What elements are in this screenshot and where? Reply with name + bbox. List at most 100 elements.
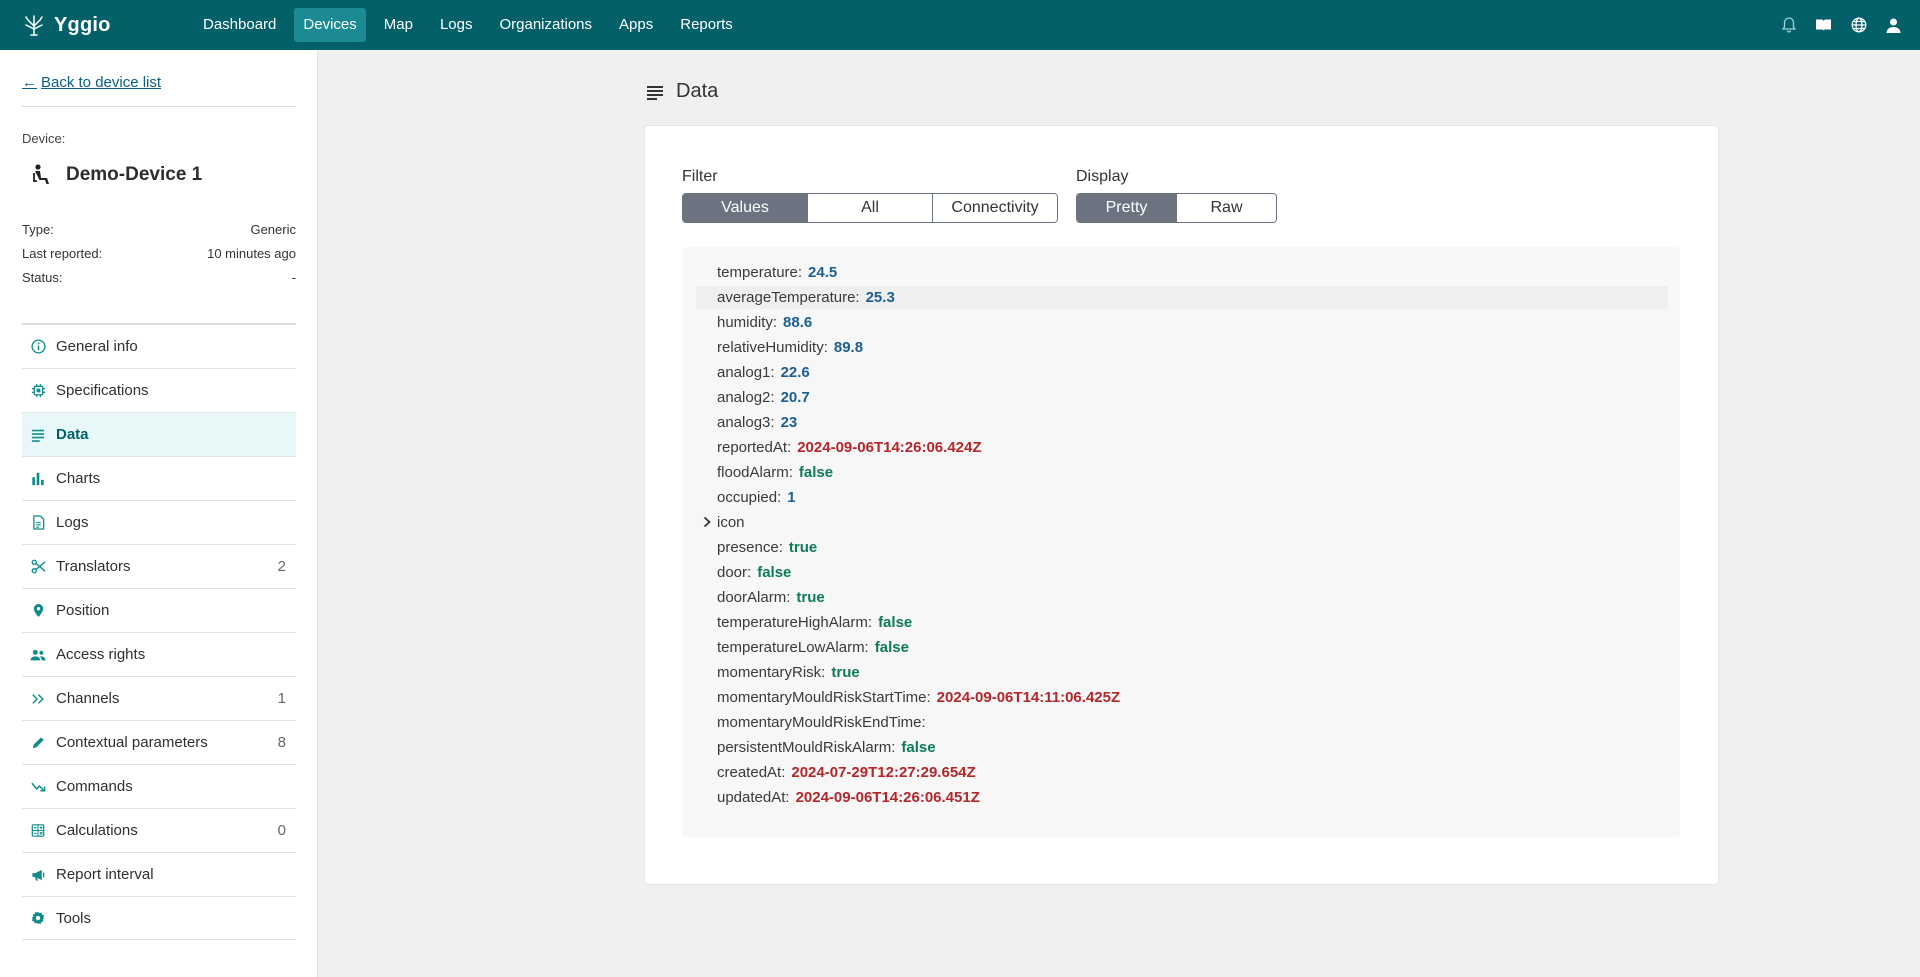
sidebar-item-translators[interactable]: Translators 2 [22, 544, 296, 588]
book-icon[interactable] [1815, 17, 1832, 34]
pin-icon [30, 603, 46, 619]
page-title: Data [646, 80, 718, 103]
data-value: 2024-07-29T12:27:29.654Z [791, 764, 976, 781]
data-value: 89.8 [833, 339, 864, 356]
chevron-right-icon[interactable] [701, 515, 713, 529]
back-to-device-list-link[interactable]: ← Back to device list [22, 74, 161, 91]
sidebar-item-channels[interactable]: Channels 1 [22, 676, 296, 720]
data-key: reportedAt: [717, 439, 792, 456]
data-row: temperature: 24.5 [696, 261, 1668, 284]
sidebar-item-report-interval[interactable]: Report interval [22, 852, 296, 896]
data-key: averageTemperature: [717, 289, 860, 306]
meta-row: Status: - [22, 270, 296, 285]
data-value: false [901, 739, 936, 756]
data-row: analog1: 22.6 [696, 361, 1668, 384]
globe-icon[interactable] [1850, 17, 1867, 34]
pencil-icon [30, 735, 46, 751]
data-value: 24.5 [808, 264, 838, 281]
data-value: 2024-09-06T14:26:06.451Z [795, 789, 980, 806]
sidebar-item-tools[interactable]: Tools [22, 896, 296, 940]
brand[interactable]: Yggio [22, 13, 192, 37]
sidebar-item-logs[interactable]: Logs [22, 500, 296, 544]
device-sidebar: ← Back to device list Device: Demo-Devic… [0, 50, 318, 977]
data-row: reportedAt: 2024-09-06T14:26:06.424Z [696, 436, 1668, 459]
sidebar-item-contextual-parameters[interactable]: Contextual parameters 8 [22, 720, 296, 764]
sidebar-item-general-info[interactable]: General info [22, 324, 296, 368]
data-row: relativeHumidity: 89.8 [696, 336, 1668, 359]
data-value: true [796, 589, 825, 606]
sidebar-item-count: 8 [277, 734, 286, 751]
sidebar-item-data[interactable]: Data [22, 412, 296, 456]
data-row: floodAlarm: false [696, 461, 1668, 484]
top-navbar: Yggio Dashboard Devices Map Logs Organizatio… [0, 0, 1920, 50]
data-row: doorAlarm: true [696, 586, 1668, 609]
device-menu: General info Specifications Data Charts Logs… [22, 324, 296, 940]
info-icon [30, 339, 46, 355]
meta-value: - [291, 270, 296, 285]
page-title-text: Data [676, 80, 719, 102]
data-key: relativeHumidity: [717, 339, 828, 356]
sidebar-item-label: Report interval [56, 866, 154, 883]
sidebar-item-label: Position [56, 602, 110, 619]
data-value: false [798, 464, 834, 481]
brand-name: Yggio [54, 13, 111, 36]
nav-item-dashboard[interactable]: Dashboard [194, 8, 285, 42]
sidebar-item-label: Commands [56, 778, 133, 795]
bar-chart-icon [30, 471, 46, 487]
display-option-pretty[interactable]: Pretty [1077, 194, 1177, 222]
sidebar-item-access-rights[interactable]: Access rights [22, 632, 296, 676]
nav-item-reports[interactable]: Reports [671, 8, 742, 42]
filter-option-connectivity[interactable]: Connectivity [933, 194, 1057, 222]
data-key: occupied: [717, 489, 782, 506]
data-key: temperatureLowAlarm: [717, 639, 869, 656]
data-row[interactable]: icon [696, 511, 1668, 534]
data-key: humidity: [717, 314, 778, 331]
nav-item-devices[interactable]: Devices [294, 8, 366, 42]
arrow-left-icon: ← [22, 74, 37, 91]
data-key: analog2: [717, 389, 775, 406]
lines-icon [647, 85, 663, 100]
sidebar-item-charts[interactable]: Charts [22, 456, 296, 500]
bell-icon[interactable] [1780, 17, 1797, 34]
data-row: occupied: 1 [696, 486, 1668, 509]
data-row: momentaryMouldRiskStartTime: 2024-09-06T1… [696, 686, 1668, 709]
calculator-icon [30, 823, 46, 839]
sidebar-item-position[interactable]: Position [22, 588, 296, 632]
data-key: icon [717, 514, 745, 531]
document-icon [30, 515, 46, 531]
sidebar-item-label: Charts [56, 470, 101, 487]
sidebar-item-label: Calculations [56, 822, 138, 839]
sidebar-item-label: Translators [56, 558, 131, 575]
data-row: humidity: 88.6 [696, 311, 1668, 334]
data-key: updatedAt: [717, 789, 790, 806]
sidebar-item-label: Data [56, 426, 89, 443]
sidebar-item-count: 2 [277, 558, 286, 575]
nav-item-organizations[interactable]: Organizations [490, 8, 601, 42]
sidebar-item-label: Tools [56, 909, 92, 927]
sidebar-item-count: 1 [277, 690, 286, 707]
data-key: floodAlarm: [717, 464, 793, 481]
trend-icon [30, 779, 46, 795]
back-link-label: Back to device list [41, 74, 162, 91]
filter-label: Filter [682, 168, 718, 185]
nav-item-apps[interactable]: Apps [610, 8, 662, 42]
filter-option-all[interactable]: All [808, 194, 933, 222]
filter-option-values[interactable]: Values [683, 194, 808, 222]
meta-key: Type: [22, 222, 54, 237]
display-option-raw[interactable]: Raw [1177, 194, 1276, 222]
sidebar-item-commands[interactable]: Commands [22, 764, 296, 808]
data-key: createdAt: [717, 764, 786, 781]
data-key: momentaryMouldRiskEndTime: [717, 714, 926, 731]
nav-item-map[interactable]: Map [375, 8, 422, 42]
data-value: 20.7 [780, 389, 810, 406]
sidebar-item-specifications[interactable]: Specifications [22, 368, 296, 412]
user-icon[interactable] [1885, 17, 1902, 34]
data-row: momentaryRisk: true [696, 661, 1668, 684]
sidebar-item-count: 0 [277, 822, 286, 839]
scissors-icon [30, 559, 46, 575]
data-value: 22.6 [780, 364, 810, 381]
data-value: false [878, 614, 913, 631]
nav-item-logs[interactable]: Logs [431, 8, 482, 42]
device-name: Demo-Device 1 [66, 164, 203, 185]
sidebar-item-calculations[interactable]: Calculations 0 [22, 808, 296, 852]
